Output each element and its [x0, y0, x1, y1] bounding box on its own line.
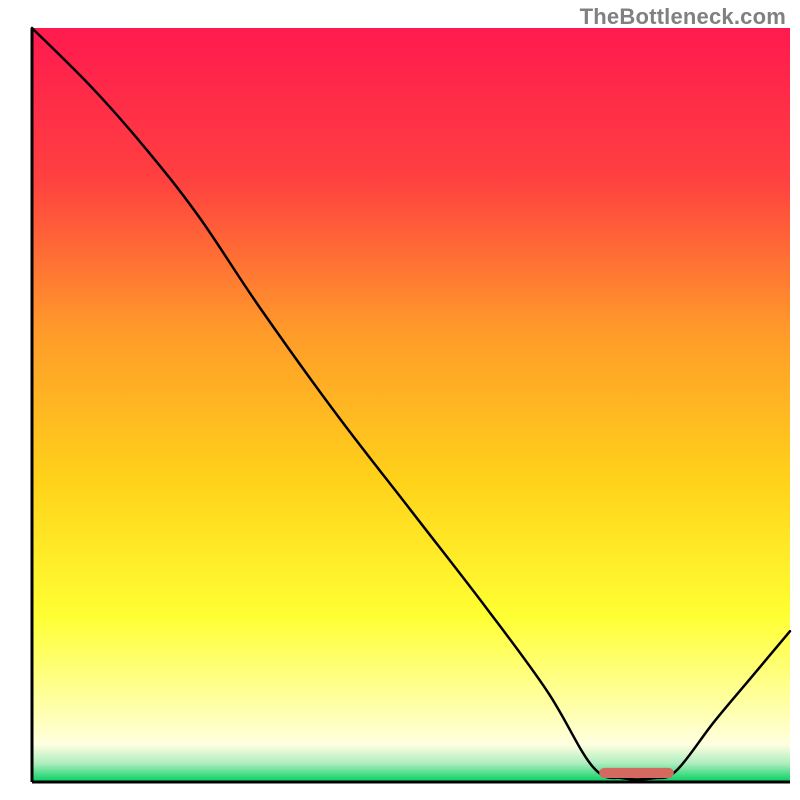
gradient-background: [32, 28, 790, 782]
watermark-text: TheBottleneck.com: [580, 4, 786, 30]
bottleneck-chart: [0, 0, 800, 800]
chart-root: TheBottleneck.com: [0, 0, 800, 800]
plot-area: [32, 28, 790, 782]
